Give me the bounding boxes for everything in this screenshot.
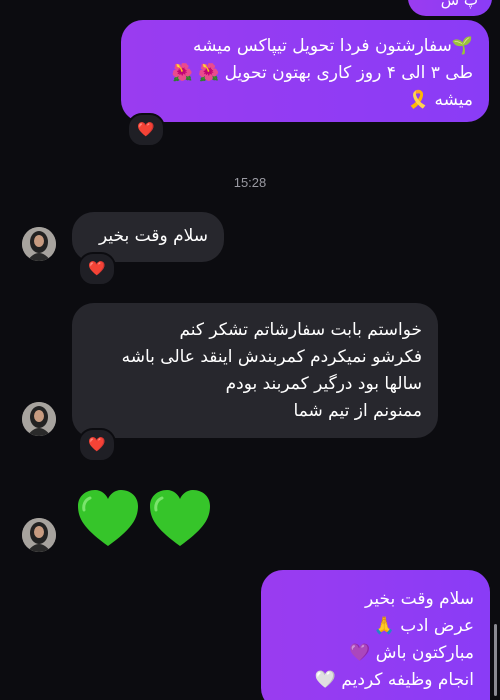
message-line: طی ۳ الی ۴ روز کاری بهتون تحویل 🌺 🌺	[171, 63, 473, 83]
heart-reaction-icon[interactable]: ❤️	[78, 428, 116, 462]
message-line: سالها بود درگیر کمربند بودم	[225, 374, 422, 394]
message-line: ممنونم از تیم شما	[293, 401, 422, 421]
heart-reaction-icon[interactable]: ❤️	[127, 113, 165, 147]
heart-reaction-icon[interactable]: ❤️	[78, 252, 116, 286]
message-line: خواستم بابت سفارشاتم تشکر کنم	[179, 320, 422, 340]
message-text: سلام وقت بخیر	[99, 226, 208, 246]
outgoing-message-partial[interactable]: پ ش	[408, 0, 492, 16]
avatar-photo	[22, 227, 56, 261]
sender-avatar[interactable]	[22, 518, 56, 552]
avatar-photo	[22, 402, 56, 436]
green-heart-icon	[78, 490, 138, 546]
message-timestamp: 15:28	[233, 175, 267, 190]
sender-avatar[interactable]	[22, 227, 56, 261]
message-text: پ ش	[440, 0, 478, 9]
avatar-photo	[22, 518, 56, 552]
sender-avatar[interactable]	[22, 402, 56, 436]
message-line: مبارکتون باش 💜	[349, 643, 474, 663]
message-line: سلام وقت بخیر	[365, 589, 474, 609]
outgoing-message[interactable]: 🌱سفارشتون فردا تحویل تیپاکس میشه طی ۳ ال…	[121, 20, 489, 122]
message-line: فکرشو نمیکردم کمربندش اینقد عالی باشه	[121, 347, 422, 367]
green-heart-icon	[150, 490, 210, 546]
incoming-message[interactable]: خواستم بابت سفارشاتم تشکر کنم فکرشو نمیک…	[72, 303, 438, 438]
message-line: عرض ادب 🙏	[373, 616, 474, 636]
chat-screen: پ ش 🌱سفارشتون فردا تحویل تیپاکس میشه طی …	[0, 0, 500, 700]
emoji-message[interactable]	[76, 488, 212, 548]
scrollbar[interactable]	[494, 624, 497, 696]
outgoing-message[interactable]: سلام وقت بخیر عرض ادب 🙏 مبارکتون باش 💜 ا…	[261, 570, 490, 700]
message-line: 🌱سفارشتون فردا تحویل تیپاکس میشه	[192, 36, 473, 56]
message-line: انجام وظیفه کردیم 🤍	[314, 670, 474, 690]
message-line: میشه 🎗️	[407, 90, 473, 110]
